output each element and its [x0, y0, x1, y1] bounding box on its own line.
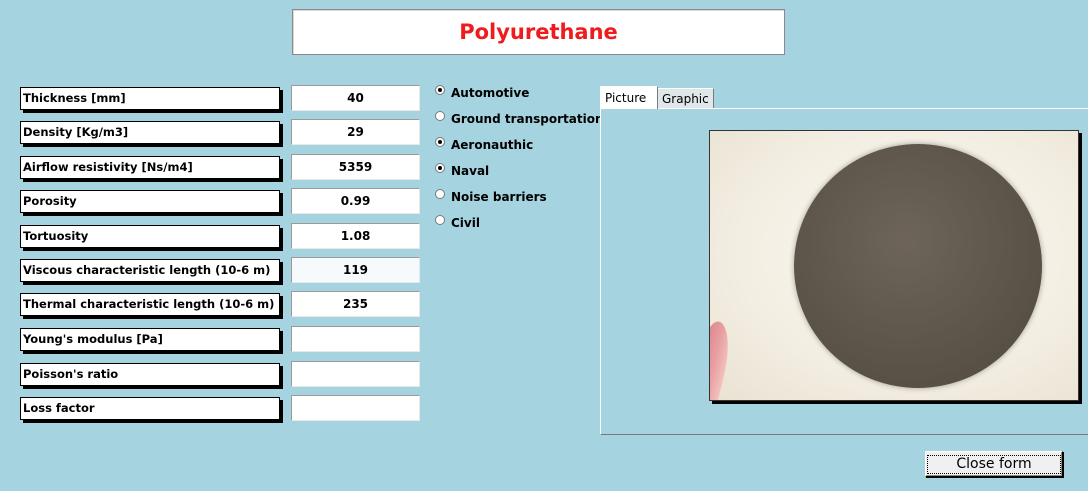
- label-viscous-length: Viscous characteristic length (10-6 m): [20, 259, 280, 282]
- foam-sample-disc: [794, 144, 1042, 388]
- option-noise-barriers-label: Noise barriers: [451, 190, 547, 204]
- label-density: Density [Kg/m3]: [20, 121, 280, 144]
- option-automotive[interactable]: Automotive: [435, 84, 529, 102]
- label-loss-factor: Loss factor: [20, 397, 280, 420]
- value-loss-factor[interactable]: [291, 395, 420, 421]
- value-youngs-modulus[interactable]: [291, 326, 420, 352]
- radio-ground-transportation[interactable]: [435, 110, 445, 121]
- option-aeronauthic[interactable]: Aeronauthic: [435, 136, 533, 154]
- value-thickness[interactable]: 40: [291, 85, 420, 111]
- value-thermal-length[interactable]: 235: [291, 291, 420, 317]
- close-form-label: Close form: [927, 455, 1061, 474]
- option-ground-transportation[interactable]: Ground transportation: [435, 110, 604, 128]
- option-naval[interactable]: Naval: [435, 162, 489, 180]
- label-youngs-modulus: Young's modulus [Pa]: [20, 328, 280, 351]
- radio-naval[interactable]: [435, 162, 445, 173]
- value-tortuosity[interactable]: 1.08: [291, 223, 420, 249]
- tab-picture[interactable]: Picture: [600, 86, 658, 109]
- value-porosity[interactable]: 0.99: [291, 188, 420, 214]
- option-automotive-label: Automotive: [451, 86, 530, 100]
- label-airflow-resistivity: Airflow resistivity [Ns/m4]: [20, 156, 280, 179]
- value-density[interactable]: 29: [291, 119, 420, 145]
- tab-graphic[interactable]: Graphic: [658, 88, 714, 108]
- value-airflow-resistivity[interactable]: 5359: [291, 154, 420, 180]
- radio-automotive[interactable]: [435, 84, 445, 95]
- option-civil[interactable]: Civil: [435, 214, 480, 232]
- value-viscous-length[interactable]: 119: [291, 257, 420, 283]
- photo-finger: [710, 318, 737, 400]
- option-noise-barriers[interactable]: Noise barriers: [435, 188, 547, 206]
- option-aeronauthic-label: Aeronauthic: [451, 138, 534, 152]
- label-thermal-length: Thermal characteristic length (10-6 m): [20, 293, 280, 316]
- option-civil-label: Civil: [451, 216, 480, 230]
- label-porosity: Porosity: [20, 190, 280, 213]
- label-poissons-ratio: Poisson's ratio: [20, 363, 280, 386]
- option-ground-transportation-label: Ground transportation: [451, 112, 604, 126]
- material-photo: [709, 130, 1079, 401]
- close-form-button[interactable]: Close form: [925, 451, 1063, 477]
- option-naval-label: Naval: [451, 164, 490, 178]
- label-tortuosity: Tortuosity: [20, 225, 280, 248]
- radio-civil[interactable]: [435, 214, 445, 225]
- material-title: Polyurethane: [459, 20, 618, 44]
- label-thickness: Thickness [mm]: [20, 87, 280, 110]
- radio-aeronauthic[interactable]: [435, 136, 445, 147]
- title-box: Polyurethane: [292, 9, 785, 55]
- radio-noise-barriers[interactable]: [435, 188, 445, 199]
- value-poissons-ratio[interactable]: [291, 361, 420, 387]
